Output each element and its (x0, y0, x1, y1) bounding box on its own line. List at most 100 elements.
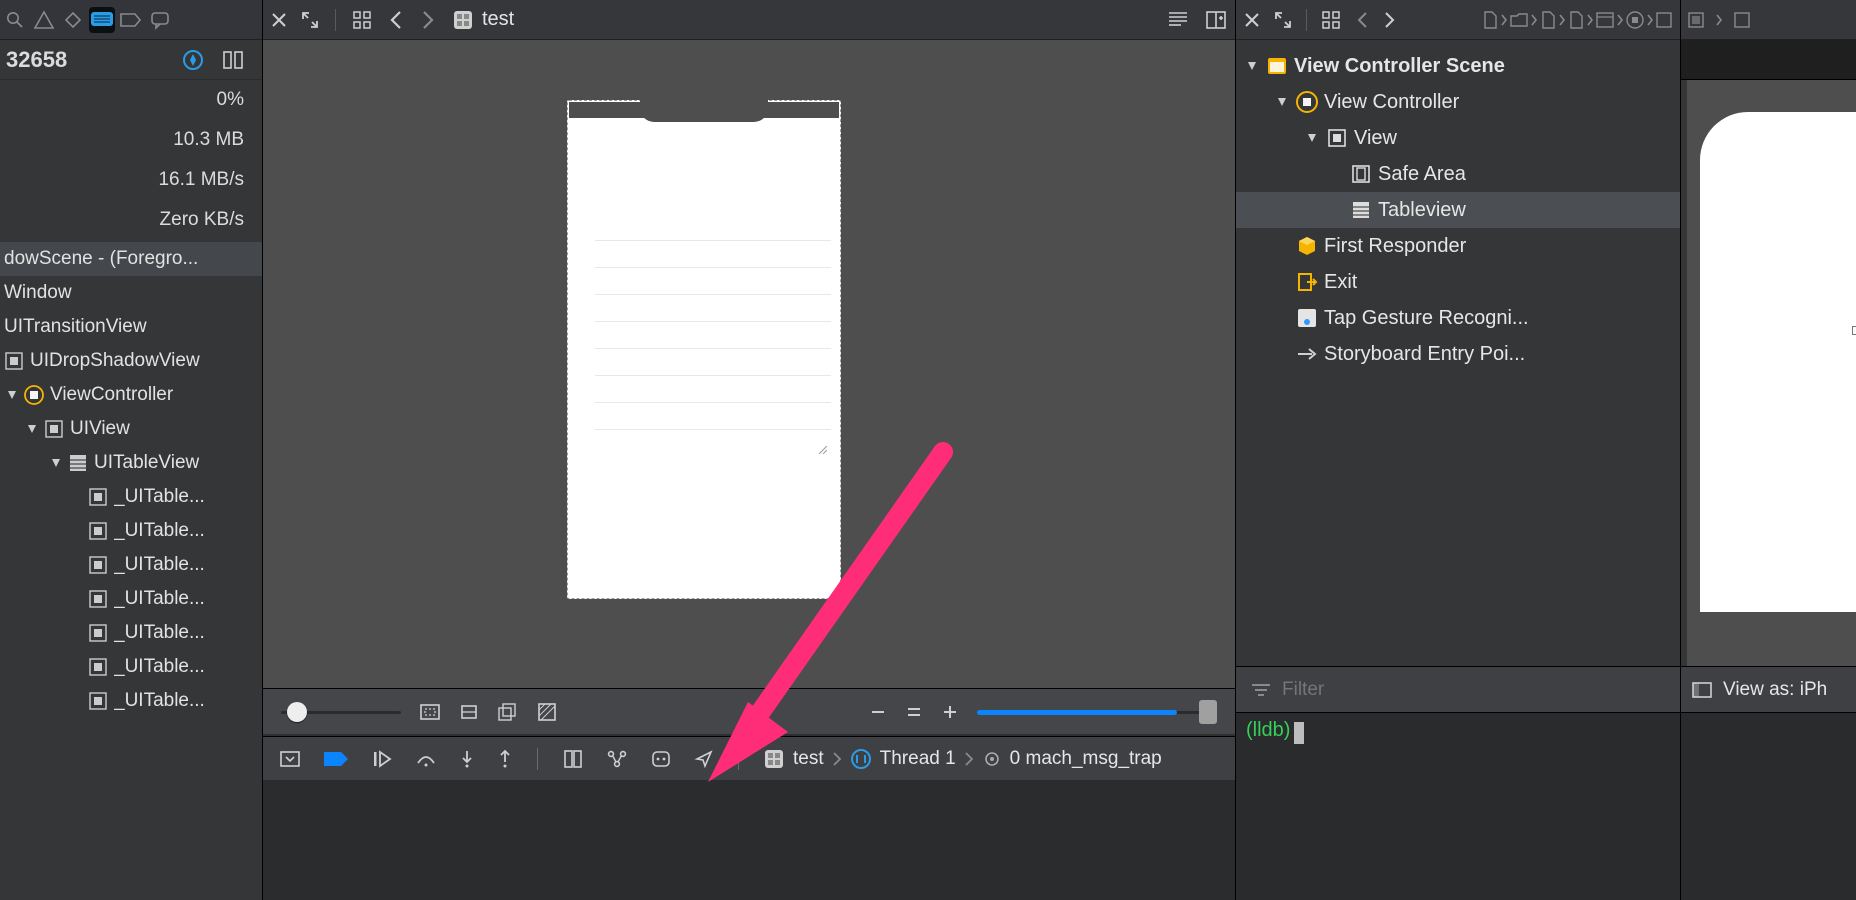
tree-cell-row[interactable]: _UITable... (0, 548, 262, 582)
tree-cell-row[interactable]: _UITable... (0, 616, 262, 650)
tree-transition-row[interactable]: UITransitionView (0, 310, 262, 344)
disclosure-triangle-icon[interactable] (48, 455, 64, 471)
simulate-location-icon[interactable] (694, 749, 714, 769)
device-preview[interactable] (567, 100, 841, 599)
breadcrumb-chevron-icon (1616, 13, 1624, 27)
jump-bar-label: test (482, 8, 514, 31)
compass-icon[interactable] (182, 49, 204, 71)
tree-scene-row[interactable]: dowScene - (Foregro... (0, 242, 262, 276)
hide-outline-icon[interactable] (1691, 681, 1713, 699)
layers-hatched-icon[interactable] (537, 702, 557, 722)
step-out-icon[interactable] (497, 749, 513, 769)
step-over-icon[interactable] (415, 749, 437, 769)
view-box-icon (89, 590, 107, 608)
outline-safearea-row[interactable]: Safe Area (1236, 156, 1680, 192)
outline-tableview-row[interactable]: Tableview (1236, 192, 1680, 228)
grid-squares-icon[interactable] (352, 10, 372, 30)
forward-chevron-icon[interactable] (420, 10, 436, 30)
sliver-canvas[interactable] (1687, 80, 1856, 710)
tree-cell-row[interactable]: _UITable... (0, 582, 262, 616)
tree-viewcontroller-row[interactable]: ViewController (0, 378, 262, 412)
resize-handle-icon[interactable] (819, 446, 827, 454)
outline-tree: View Controller Scene View Controller Vi… (1236, 40, 1680, 380)
find-navigator-tab[interactable] (2, 7, 28, 33)
columns-icon[interactable] (222, 49, 244, 71)
report-navigator-tab[interactable] (147, 7, 173, 33)
selection-handle-icon[interactable] (1852, 326, 1856, 335)
paragraph-lines-icon[interactable] (1167, 10, 1189, 30)
outline-tapgesture-row[interactable]: Tap Gesture Recogni... (1236, 300, 1680, 336)
disclosure-triangle-icon[interactable] (24, 421, 40, 437)
stack-icon[interactable] (497, 702, 519, 722)
zoom-fit-icon[interactable] (905, 703, 923, 721)
outline-entrypoint-row[interactable]: Storyboard Entry Poi... (1236, 336, 1680, 372)
disclosure-triangle-icon[interactable] (1304, 133, 1320, 143)
expand-icon[interactable] (301, 11, 319, 29)
tree-uitableview-row[interactable]: UITableView (0, 446, 262, 480)
disclosure-triangle-icon[interactable] (1244, 61, 1260, 71)
tree-cell-row[interactable]: _UITable... (0, 480, 262, 514)
tree-window-row[interactable]: Window (0, 276, 262, 310)
zoom-in-icon[interactable] (941, 703, 959, 721)
expand-icon[interactable] (1274, 11, 1292, 29)
lldb-prompt: (lldb) (1246, 719, 1290, 742)
grid-squares-icon[interactable] (1321, 10, 1341, 30)
tree-cell-row[interactable]: _UITable... (0, 514, 262, 548)
zoom-slider[interactable] (977, 708, 1217, 716)
layer-slider[interactable] (281, 708, 401, 716)
gauge-icon (90, 11, 114, 29)
lldb-console[interactable]: (lldb) (1236, 712, 1681, 900)
memory-stat-row[interactable]: 10.3 MB (0, 120, 262, 160)
process-header-row[interactable]: 32658 (0, 40, 262, 80)
outline-filter-input[interactable] (1282, 679, 1667, 701)
memory-graph-icon[interactable] (606, 749, 628, 769)
debug-variables-area[interactable] (263, 780, 1235, 900)
bc-view-inset-icon[interactable] (1687, 11, 1705, 29)
outline-vc-label: View Controller (1324, 91, 1459, 114)
continue-execution-icon[interactable] (371, 749, 393, 769)
tree-dropshadow-row[interactable]: UIDropShadowView (0, 344, 262, 378)
sliver-device-preview[interactable] (1700, 112, 1856, 612)
step-into-icon[interactable] (459, 749, 475, 769)
test-navigator-tab[interactable] (60, 7, 86, 33)
outline-scene-row[interactable]: View Controller Scene (1236, 48, 1680, 84)
clip-content-icon[interactable] (419, 703, 441, 721)
filter-icon[interactable] (1250, 681, 1272, 699)
cpu-stat-row[interactable]: 0% (0, 80, 262, 120)
breadcrumb-chevron-icon (964, 751, 974, 767)
close-tab-icon[interactable] (1244, 12, 1260, 28)
zoom-out-icon[interactable] (869, 703, 887, 721)
debug-navigator-tab[interactable] (89, 7, 115, 33)
debug-view-hierarchy-icon[interactable] (562, 748, 584, 770)
network-stat-row[interactable]: Zero KB/s (0, 200, 262, 240)
environment-overrides-icon[interactable] (650, 749, 672, 769)
breakpoint-navigator-tab[interactable] (118, 7, 144, 33)
constraints-icon[interactable] (459, 703, 479, 721)
tree-cell-row[interactable]: _UITable... (0, 684, 262, 718)
outline-vc-row[interactable]: View Controller (1236, 84, 1680, 120)
interface-builder-canvas[interactable] (263, 40, 1235, 734)
view-as-label[interactable]: View as: iPh (1723, 679, 1827, 701)
debug-breadcrumb[interactable]: test Thread 1 0 mach_msg_trap (763, 748, 1162, 770)
back-chevron-icon[interactable] (388, 10, 404, 30)
disclosure-triangle-icon[interactable] (1274, 97, 1290, 107)
add-editor-icon[interactable] (1205, 10, 1227, 30)
issue-navigator-tab[interactable] (31, 7, 57, 33)
close-tab-icon[interactable] (271, 12, 287, 28)
toggle-debug-area-icon[interactable] (279, 750, 301, 768)
outline-breadcrumb[interactable] (1482, 11, 1672, 29)
jump-bar-file[interactable]: test (452, 8, 514, 31)
bc-view-outline-icon[interactable] (1733, 11, 1751, 29)
sliver-console-area (1681, 712, 1856, 900)
disk-stat-row[interactable]: 16.1 MB/s (0, 160, 262, 200)
tree-uiview-row[interactable]: UIView (0, 412, 262, 446)
forward-chevron-icon[interactable] (1383, 11, 1397, 29)
tree-cell-row[interactable]: _UITable... (0, 650, 262, 684)
breakpoints-toggle-icon[interactable] (323, 750, 349, 768)
outline-tapgesture-label: Tap Gesture Recogni... (1324, 307, 1529, 330)
outline-firstresponder-row[interactable]: First Responder (1236, 228, 1680, 264)
outline-view-row[interactable]: View (1236, 120, 1680, 156)
back-chevron-icon[interactable] (1355, 11, 1369, 29)
outline-exit-row[interactable]: Exit (1236, 264, 1680, 300)
disclosure-triangle-icon[interactable] (4, 387, 20, 403)
